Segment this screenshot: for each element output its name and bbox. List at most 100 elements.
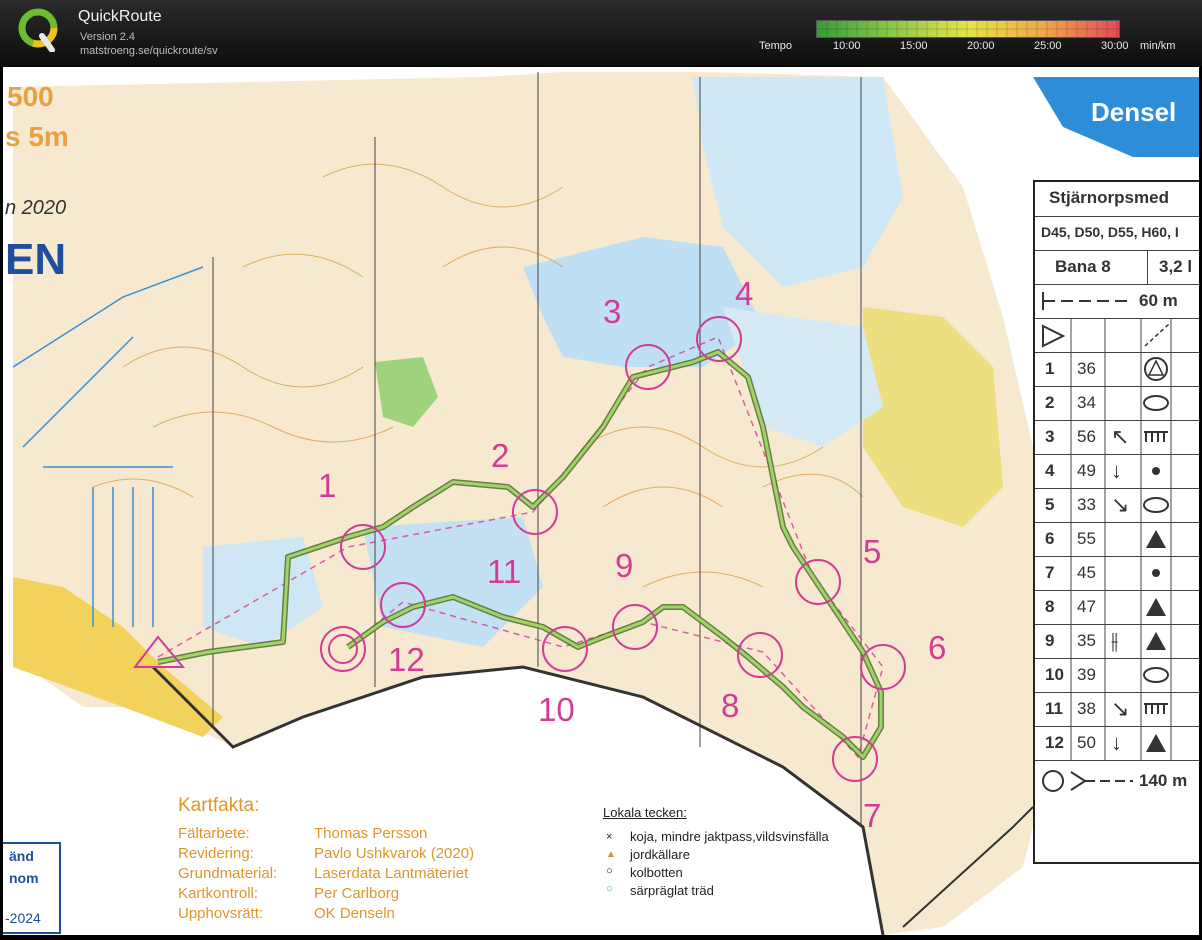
control-label-10: 10 [538,691,575,728]
finish-marking-icon [1042,770,1133,792]
kartfakta-value: Pavlo Ushkvarok (2020) [314,845,475,862]
control-number: 2 [1045,393,1055,412]
kartfakta-key: Kartkontroll: [178,885,259,902]
control-label-9: 9 [615,547,634,584]
control-number: 7 [1045,563,1055,582]
tempo-gradient-bar [816,20,1120,38]
card-course-name: Bana 8 [1055,257,1111,276]
control-label-12: 12 [388,641,425,678]
control-label-8: 8 [721,687,740,724]
control-number: 8 [1045,597,1055,616]
corner-text-2: nom [9,870,39,886]
card-finish-dist: 140 m [1139,771,1188,790]
control-number: 6 [1045,529,1055,548]
map-equidistance: s 5m [5,121,69,152]
control-label-7: 7 [863,797,882,834]
control-code: 39 [1077,665,1096,684]
kartfakta-value: Laserdata Lantmäteriet [314,865,469,882]
control-code: 50 [1077,733,1096,752]
kartfakta-key: Upphovsrätt: [178,905,264,922]
kartfakta-key: Fältarbete: [178,825,250,842]
control-code: 49 [1077,461,1096,480]
card-finish-row: 140 m [1035,764,1199,798]
start-marking-icon [1042,292,1133,310]
tempo-tick-30: 30:00 [1101,40,1129,52]
corner-info-box: änd nom -2024 [3,842,61,934]
app-title: QuickRoute [78,8,162,25]
card-control-row: 2 34 [1035,386,1199,421]
quickroute-logo-icon [18,8,58,52]
feature-symbol-icon [1146,632,1166,650]
kartfakta-value: Per Carlborg [314,885,400,902]
kartfakta-value: Thomas Persson [314,825,428,842]
card-start-row [1035,318,1199,353]
card-control-row: 11 38 ↘ [1035,692,1199,727]
control-number: 10 [1045,665,1064,684]
direction-icon: ↘ [1111,696,1130,721]
title-bar: QuickRoute Version 2.4 matstroeng.se/qui… [0,0,1202,66]
feature-symbol-icon [1143,395,1169,411]
control-number: 11 [1045,699,1063,718]
corner-text-3: -2024 [5,910,41,926]
control-number: 1 [1045,359,1055,378]
lokala-item-4: särpräglat träd [630,883,714,898]
kolbotten-symbol-icon: ○ [606,865,613,877]
tempo-tick-25: 25:00 [1034,40,1062,52]
app-version: Version 2.4 [80,31,136,43]
feature-symbol-icon [1144,357,1168,381]
tempo-label: Tempo [759,40,793,52]
control-label-3: 3 [603,293,622,330]
control-number: 4 [1045,461,1055,480]
map-canvas[interactable]: 500 s 5m n 2020 EN Densel 1 2 3 4 5 6 7 … [3,67,1199,935]
control-code: 33 [1077,495,1096,514]
control-description-card: Stjärnorpsmed D45, D50, D55, H60, I Bana… [1033,180,1199,864]
app-url[interactable]: matstroeng.se/quickroute/sv [80,44,218,58]
jordkallare-symbol-icon: ▲ [606,849,616,860]
direction-icon: ↓ [1111,730,1122,755]
corner-text-1: änd [9,848,34,864]
card-classes: D45, D50, D55, H60, I [1041,224,1179,240]
control-number: 5 [1045,495,1055,514]
lokala-item-2: jordkällare [630,847,690,862]
direction-icon: ⫲ [1111,628,1119,653]
card-start-dist: 60 m [1139,291,1178,310]
feature-symbol-icon [1144,703,1168,714]
tempo-tick-20: 20:00 [967,40,995,52]
feature-symbol-icon [1152,467,1160,475]
feature-symbol-icon [1143,497,1169,513]
feature-symbol-icon [1146,530,1166,548]
control-code: 34 [1077,393,1096,412]
card-classes-row: D45, D50, D55, H60, I [1035,216,1199,251]
control-code: 36 [1077,359,1096,378]
map-year: n 2020 [5,197,67,219]
card-control-row: 5 33 ↘ [1035,488,1199,523]
club-name: Densel [1091,97,1177,127]
tempo-unit: min/km [1140,40,1176,52]
feature-symbol-icon [1143,667,1169,683]
kartfakta-value: OK Denseln [314,905,395,922]
direction-icon: ↓ [1111,458,1122,483]
lokala-item-1: koja, mindre jaktpass,vildsvinsfälla [630,829,829,844]
control-code: 38 [1077,699,1096,718]
control-label-6: 6 [928,629,947,666]
feature-symbol-icon [1146,598,1166,616]
control-label-2: 2 [491,437,510,474]
card-control-row: 12 50 ↓ [1035,726,1199,761]
kartfakta-key: Revidering: [178,845,254,862]
control-code: 35 [1077,631,1096,650]
kartfakta-key: Grundmaterial: [178,865,278,882]
control-label-5: 5 [863,533,882,570]
direction-icon: ↖ [1111,424,1130,449]
map-name: EN [5,235,67,284]
control-code: 56 [1077,427,1096,446]
feature-symbol-icon [1144,431,1168,442]
tree-symbol-icon: ○ [606,883,613,895]
card-control-row: 7 45 [1035,556,1199,591]
control-label-11: 11 [487,553,522,590]
kartfakta-heading: Kartfakta: [178,795,260,816]
control-code: 47 [1077,597,1096,616]
direction-icon: ↘ [1111,492,1130,517]
control-number: 12 [1045,733,1064,752]
lokala-heading: Lokala tecken: [603,805,687,820]
card-control-row: 1 36 [1035,352,1199,387]
